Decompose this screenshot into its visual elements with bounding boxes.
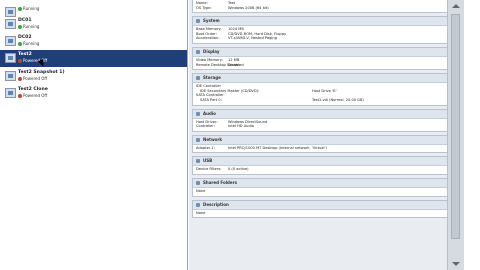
- vm-name: Test2: [18, 52, 32, 57]
- details-scrollbar[interactable]: [447, 0, 464, 270]
- system-icon: [196, 19, 200, 24]
- description-icon: [196, 202, 200, 207]
- vm-os-icon: [5, 53, 16, 63]
- storage-icon: [196, 76, 200, 81]
- detail-row: Adapter 1: Intel PRO/1000 MT Desktop (Int…: [196, 146, 460, 151]
- section-usb: USB Device Filters: 0 (0 active): [192, 156, 461, 175]
- section-title: Shared Folders: [203, 179, 237, 185]
- detail-value: Intel PRO/1000 MT Desktop (Internal netw…: [228, 145, 327, 150]
- section-general: Name: Test OS Type: Windows 2008 (64 bit): [192, 0, 461, 14]
- detail-row: Acceleration: VT-x/AMD-V, Nested Paging: [196, 36, 460, 41]
- vm-state: Running: [18, 6, 187, 11]
- section-display: Display Video Memory: 12 MB Remote Desktop …: [192, 46, 461, 71]
- section-system: System Base Memory: 1024 MB Boot Order: CD/D…: [192, 16, 461, 44]
- section-header-storage[interactable]: Storage: [193, 74, 460, 84]
- section-title: Network: [203, 136, 223, 142]
- detail-key: SATA Port 0:: [200, 97, 222, 102]
- section-storage: Storage IDE Controller IDE Secondary Maste…: [192, 73, 461, 106]
- detail-key: OS Type:: [196, 5, 212, 10]
- vm-list-item[interactable]: Test2 Powered Off: [0, 50, 187, 67]
- powered-off-icon: [18, 93, 22, 98]
- running-icon: [18, 24, 22, 29]
- details-panel: Name: Test OS Type: Windows 2008 (64 bit) Sy…: [189, 0, 464, 270]
- section-title: Audio: [203, 110, 216, 116]
- display-icon: [196, 49, 200, 54]
- section-header-usb[interactable]: USB: [193, 157, 460, 167]
- vm-list-panel: Running DC01 Running DC02 Running Test2 Powere…: [0, 0, 188, 270]
- section-description: Description None: [192, 199, 461, 219]
- detail-value: 0 (0 active): [228, 167, 249, 172]
- vm-os-icon: [5, 71, 16, 81]
- vm-state-label: Running: [23, 24, 40, 29]
- vm-state-label: Powered Off: [23, 76, 48, 81]
- detail-key: Controller:: [196, 124, 215, 129]
- scroll-down-icon[interactable]: [452, 262, 460, 266]
- detail-value: VT-x/AMD-V, Nested Paging: [228, 36, 277, 41]
- section-title: USB: [203, 158, 213, 164]
- section-title: Storage: [203, 75, 221, 81]
- audio-icon: [196, 111, 200, 116]
- section-audio: Audio Host Driver: Windows DirectSound Cont…: [192, 108, 461, 132]
- vm-name: Test2 Snapshot 1): [18, 70, 65, 75]
- vm-state: Powered Off: [18, 76, 187, 81]
- running-icon: [18, 41, 22, 46]
- vm-os-icon: [5, 88, 16, 98]
- detail-key: Acceleration:: [196, 36, 220, 41]
- section-header-system[interactable]: System: [193, 17, 460, 27]
- vm-state-label: Running: [23, 41, 40, 46]
- scroll-up-icon[interactable]: [452, 4, 460, 8]
- detail-row: SATA Port 0: Test2.vdi (Normal, 20.00 GB): [196, 98, 460, 103]
- section-title: System: [203, 18, 220, 24]
- vm-list-item[interactable]: Test2 Clone Powered Off: [0, 85, 187, 102]
- vm-name: Test2 Clone: [18, 87, 48, 92]
- details-sections: Name: Test OS Type: Windows 2008 (64 bit) Sy…: [189, 0, 464, 219]
- detail-value: Windows 2008 (64 bit): [228, 5, 269, 10]
- vm-name: DC01: [18, 18, 32, 23]
- section-header-audio[interactable]: Audio: [193, 109, 460, 119]
- vm-list-item[interactable]: DC02 Running: [0, 33, 187, 50]
- powered-off-icon: [18, 76, 22, 81]
- section-header-network[interactable]: Network: [193, 135, 460, 145]
- detail-value: Intel HD Audio: [228, 124, 254, 129]
- detail-key: Device Filters:: [196, 167, 222, 172]
- detail-key: None: [196, 188, 206, 193]
- vm-state: Running: [18, 24, 187, 29]
- vm-list-item[interactable]: Running: [0, 4, 187, 17]
- detail-value: Test2.vdi (Normal, 20.00 GB): [312, 97, 364, 102]
- detail-row: Remote Desktop Server: Disabled: [196, 63, 460, 68]
- vm-state-label: Running: [23, 6, 40, 11]
- detail-row: Controller: Intel HD Audio: [196, 124, 460, 129]
- section-shared: Shared Folders None: [192, 177, 461, 197]
- detail-row: OS Type: Windows 2008 (64 bit): [196, 6, 460, 11]
- vm-name: DC02: [18, 35, 32, 40]
- vm-os-icon: [5, 19, 16, 29]
- detail-row: None: [196, 189, 460, 194]
- network-icon: [196, 137, 200, 142]
- vm-list-item[interactable]: DC01 Running: [0, 16, 187, 33]
- vm-list-item[interactable]: Test2 Snapshot 1) Powered Off: [0, 68, 187, 85]
- detail-key: Adapter 1:: [196, 145, 215, 150]
- section-header-display[interactable]: Display: [193, 47, 460, 57]
- section-network: Network Adapter 1: Intel PRO/1000 MT Deskt…: [192, 134, 461, 154]
- section-header-shared[interactable]: Shared Folders: [193, 178, 460, 188]
- vm-state: Powered Off: [18, 93, 187, 98]
- vm-os-icon: [5, 36, 16, 46]
- section-title: Display: [203, 48, 220, 54]
- detail-row: Device Filters: 0 (0 active): [196, 167, 460, 172]
- vm-list: Running DC01 Running DC02 Running Test2 Powere…: [0, 4, 187, 102]
- section-title: Description: [203, 201, 229, 207]
- shared-icon: [196, 180, 200, 185]
- running-icon: [18, 6, 22, 11]
- section-header-description[interactable]: Description: [193, 200, 460, 210]
- usb-icon: [196, 159, 200, 164]
- powered-off-icon: [18, 58, 22, 63]
- detail-value: Disabled: [228, 62, 244, 67]
- detail-row: None: [196, 211, 460, 216]
- vm-state: Running: [18, 41, 187, 46]
- scrollbar-thumb[interactable]: [451, 14, 460, 239]
- detail-key: None: [196, 210, 206, 215]
- vm-state-label: Powered Off: [23, 93, 48, 98]
